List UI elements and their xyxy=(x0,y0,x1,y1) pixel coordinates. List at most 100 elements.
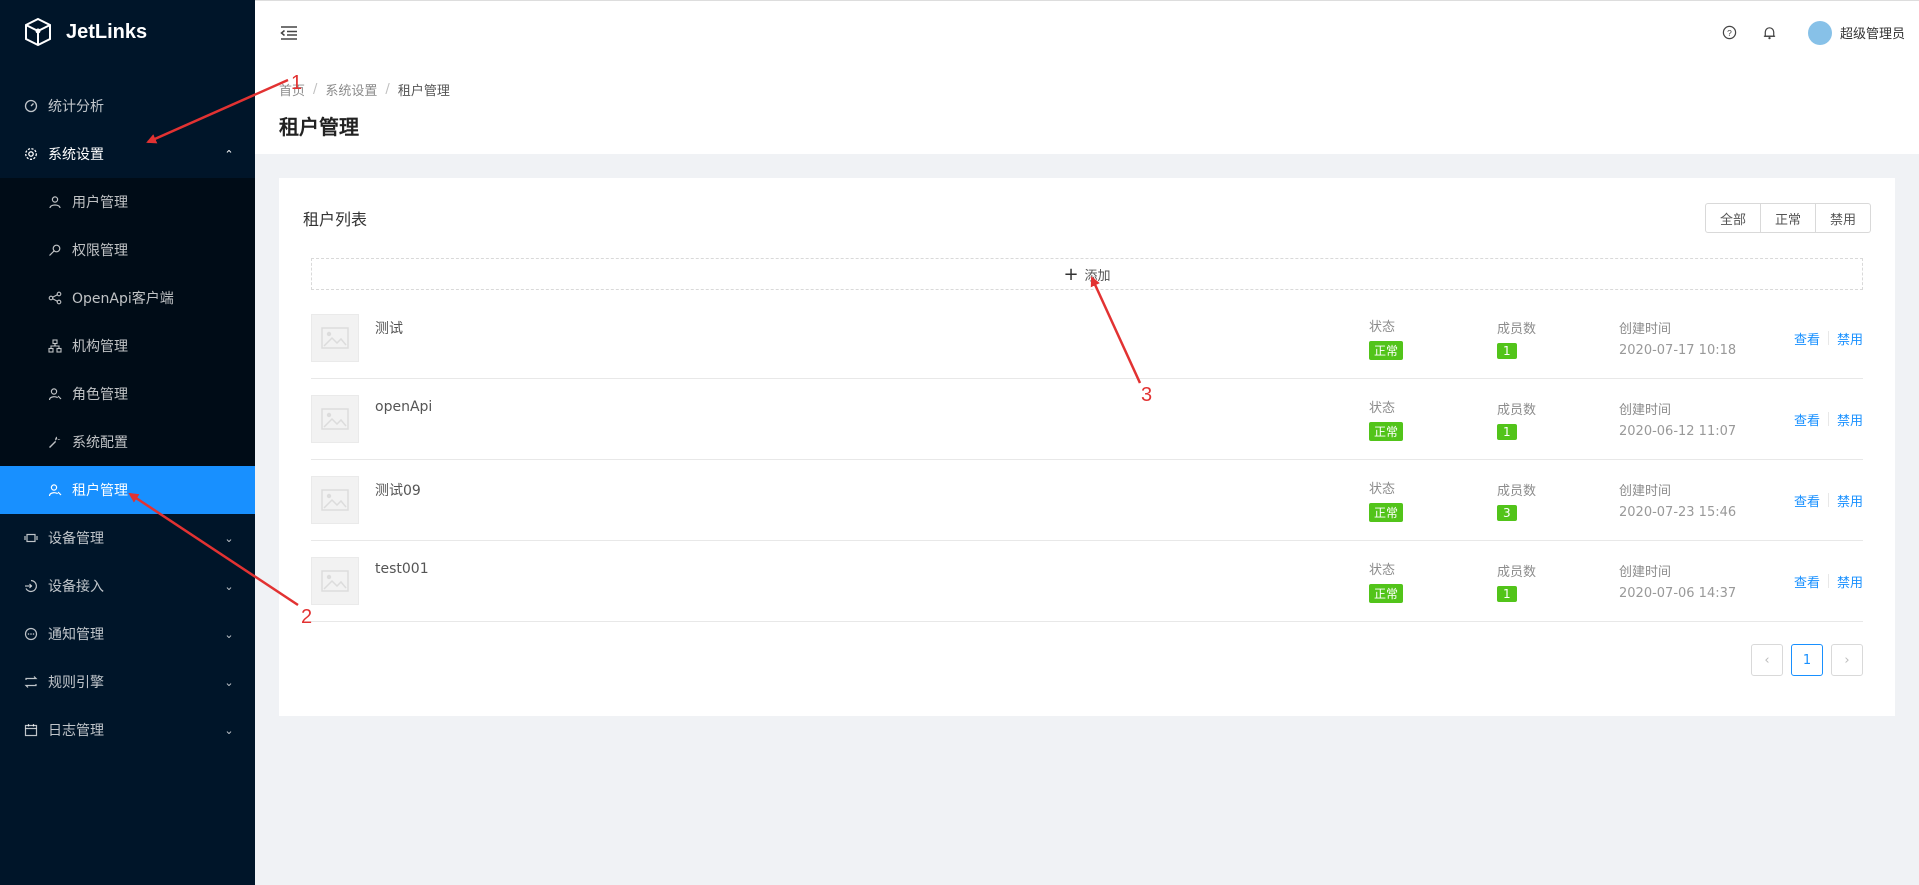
status-column: 状态 正常 xyxy=(1369,559,1497,603)
image-placeholder-icon xyxy=(311,395,359,443)
page-title: 租户管理 xyxy=(279,115,359,139)
disable-link[interactable]: 禁用 xyxy=(1837,572,1863,591)
status-badge: 正常 xyxy=(1369,584,1404,603)
view-link[interactable]: 查看 xyxy=(1794,410,1820,429)
disable-link[interactable]: 禁用 xyxy=(1837,410,1863,429)
next-page-button[interactable]: › xyxy=(1831,644,1863,676)
sidebar-item-notification-management[interactable]: 通知管理 ⌄ xyxy=(0,610,255,658)
svg-text:?: ? xyxy=(1728,28,1733,38)
annotation-number-1: 1 xyxy=(291,72,303,94)
filter-disabled-button[interactable]: 禁用 xyxy=(1815,203,1871,233)
sidebar-item-org-management[interactable]: 机构管理 xyxy=(0,322,255,370)
tenant-name: test001 xyxy=(375,561,429,577)
plus-icon: + xyxy=(1063,263,1079,285)
prev-page-button[interactable]: ‹ xyxy=(1751,644,1783,676)
action-divider xyxy=(1827,493,1829,507)
share-icon xyxy=(48,291,62,305)
question-icon[interactable]: ? xyxy=(1722,25,1738,41)
card-title: 租户列表 xyxy=(303,210,368,229)
created-column: 创建时间 2020-07-06 14:37 xyxy=(1619,561,1775,601)
status-label: 状态 xyxy=(1369,482,1396,497)
action-divider xyxy=(1827,574,1829,588)
status-badge: 正常 xyxy=(1369,341,1404,360)
submenu-system-settings: 用户管理 权限管理 OpenApi客户端 机构管理 角色管理 系统配置 租户管理 xyxy=(0,178,255,514)
list-item: 测试09 状态 正常 成员数 3 创建时间 2020-07-23 15:46 查… xyxy=(311,460,1863,541)
sidebar-item-label: 日志管理 xyxy=(48,723,104,739)
sidebar-item-label: 系统配置 xyxy=(72,435,128,451)
add-tenant-button[interactable]: + 添加 xyxy=(311,258,1863,290)
list-item: 测试 状态 正常 成员数 1 创建时间 2020-07-17 10:18 查看 … xyxy=(311,298,1863,379)
sidebar-item-statistics[interactable]: 统计分析 xyxy=(0,82,255,130)
disable-link[interactable]: 禁用 xyxy=(1837,329,1863,348)
filter-all-button[interactable]: 全部 xyxy=(1704,203,1761,233)
sidebar-item-permission-management[interactable]: 权限管理 xyxy=(0,226,255,274)
status-badge: 正常 xyxy=(1369,503,1404,522)
logo[interactable]: JetLinks xyxy=(0,0,255,64)
sidebar-item-label: OpenApi客户端 xyxy=(72,291,174,307)
created-time: 2020-07-23 15:46 xyxy=(1619,505,1737,520)
view-link[interactable]: 查看 xyxy=(1794,491,1820,510)
chevron-down-icon: ⌄ xyxy=(224,579,234,593)
breadcrumb-separator: / xyxy=(313,82,318,97)
filter-normal-button[interactable]: 正常 xyxy=(1760,203,1816,233)
sidebar-item-system-config[interactable]: 系统配置 xyxy=(0,418,255,466)
row-actions: 查看 禁用 xyxy=(1775,410,1863,429)
member-count-badge: 1 xyxy=(1497,342,1517,359)
sidebar-item-label: 统计分析 xyxy=(48,99,104,115)
sidebar-item-label: 权限管理 xyxy=(72,243,128,259)
members-column: 成员数 1 xyxy=(1497,561,1619,602)
sidebar-item-device-management[interactable]: 设备管理 ⌄ xyxy=(0,514,255,562)
chevron-down-icon: ⌄ xyxy=(224,627,234,641)
status-column: 状态 正常 xyxy=(1369,316,1497,360)
breadcrumb-system-settings[interactable]: 系统设置 xyxy=(325,80,377,99)
created-time: 2020-06-12 11:07 xyxy=(1619,424,1737,439)
sidebar: JetLinks 统计分析 系统设置 ⌃ 用户管理 权限管理 OpenApi客户… xyxy=(0,0,255,885)
members-label: 成员数 xyxy=(1497,483,1537,499)
header-right: ? 超级管理员 xyxy=(1710,20,1919,45)
disable-link[interactable]: 禁用 xyxy=(1837,491,1863,510)
status-filter-group: 全部 正常 禁用 xyxy=(1704,203,1871,233)
avatar[interactable] xyxy=(1807,20,1832,45)
breadcrumb-separator: / xyxy=(385,82,390,97)
role-icon xyxy=(48,387,62,401)
status-label: 状态 xyxy=(1369,320,1396,335)
menu-fold-icon[interactable] xyxy=(279,23,299,43)
sidebar-item-label: 租户管理 xyxy=(72,483,128,499)
sidebar-item-label: 系统设置 xyxy=(48,147,104,163)
sidebar-item-role-management[interactable]: 角色管理 xyxy=(0,370,255,418)
members-column: 成员数 1 xyxy=(1497,399,1619,440)
sidebar-item-label: 角色管理 xyxy=(72,387,128,403)
card-header: 租户列表 全部 正常 禁用 xyxy=(303,178,1871,258)
members-label: 成员数 xyxy=(1497,321,1537,337)
view-link[interactable]: 查看 xyxy=(1794,329,1820,348)
created-time: 2020-07-17 10:18 xyxy=(1619,343,1737,358)
top-header: ? 超级管理员 xyxy=(255,0,1919,64)
sidebar-item-label: 规则引擎 xyxy=(48,675,104,691)
user-icon xyxy=(48,195,62,209)
status-label: 状态 xyxy=(1369,401,1396,416)
sidebar-item-device-access[interactable]: 设备接入 ⌄ xyxy=(0,562,255,610)
members-column: 成员数 1 xyxy=(1497,318,1619,359)
sidebar-item-tenant-management[interactable]: 租户管理 xyxy=(0,466,255,514)
created-label: 创建时间 xyxy=(1619,484,1672,499)
status-badge: 正常 xyxy=(1369,422,1404,441)
bell-icon[interactable] xyxy=(1762,25,1778,41)
tenant-list: 测试 状态 正常 成员数 1 创建时间 2020-07-17 10:18 查看 … xyxy=(311,298,1863,622)
created-column: 创建时间 2020-06-12 11:07 xyxy=(1619,399,1775,439)
image-placeholder-icon xyxy=(311,557,359,605)
sidebar-item-log-management[interactable]: 日志管理 ⌄ xyxy=(0,706,255,754)
sidebar-item-label: 通知管理 xyxy=(48,627,104,643)
sidebar-item-system-settings[interactable]: 系统设置 ⌃ xyxy=(0,130,255,178)
view-link[interactable]: 查看 xyxy=(1794,572,1820,591)
sidebar-item-label: 用户管理 xyxy=(72,195,128,211)
chevron-down-icon: ⌄ xyxy=(224,723,234,737)
sidebar-item-user-management[interactable]: 用户管理 xyxy=(0,178,255,226)
page-number-button[interactable]: 1 xyxy=(1791,644,1823,676)
members-label: 成员数 xyxy=(1497,564,1537,580)
member-count-badge: 3 xyxy=(1497,504,1517,521)
sidebar-item-rule-engine[interactable]: 规则引擎 ⌄ xyxy=(0,658,255,706)
row-actions: 查看 禁用 xyxy=(1775,572,1863,591)
logo-cube-icon xyxy=(25,17,51,47)
user-name[interactable]: 超级管理员 xyxy=(1840,23,1905,42)
sidebar-item-openapi-client[interactable]: OpenApi客户端 xyxy=(0,274,255,322)
